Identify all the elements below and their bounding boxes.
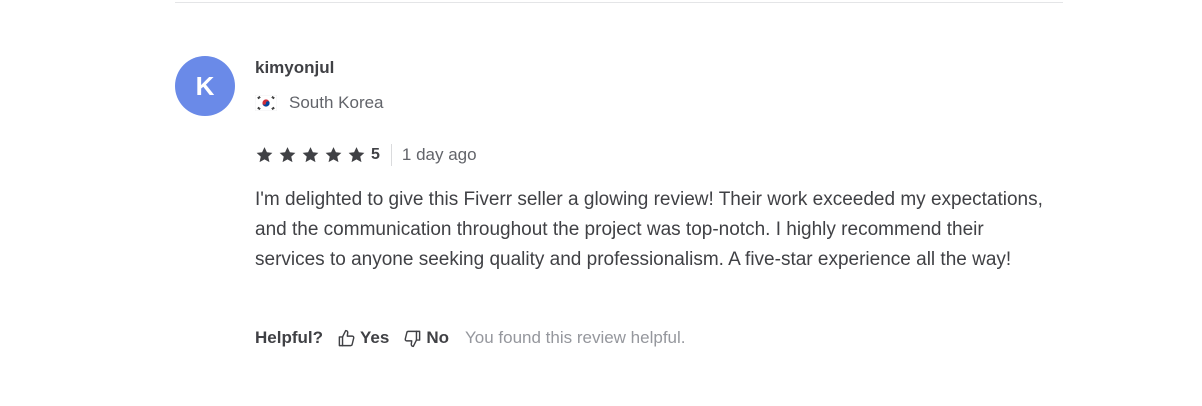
top-divider xyxy=(175,2,1063,3)
rating-score: 5 xyxy=(371,146,380,163)
review-time: 1 day ago xyxy=(401,145,477,164)
south-korea-flag-icon xyxy=(254,94,278,112)
helpful-row: Helpful? Yes No You found this review he… xyxy=(255,328,686,348)
helpful-yes-button[interactable]: Yes xyxy=(337,328,389,348)
star-icon xyxy=(347,146,366,164)
avatar[interactable]: K xyxy=(175,56,235,116)
star-icon xyxy=(324,146,343,164)
helpful-feedback-message: You found this review helpful. xyxy=(464,328,686,347)
review-text: I'm delighted to give this Fiverr seller… xyxy=(255,189,1043,270)
star-icon xyxy=(278,146,297,164)
helpful-no-label: No xyxy=(426,328,449,347)
star-rating xyxy=(255,146,370,164)
rating-divider xyxy=(390,144,392,166)
star-icon xyxy=(255,146,274,164)
country-info: South Korea xyxy=(254,93,384,113)
star-icon xyxy=(301,146,320,164)
helpful-yes-label: Yes xyxy=(360,328,390,347)
helpful-no-button[interactable]: No xyxy=(403,328,449,348)
country-name: South Korea xyxy=(289,93,384,112)
username[interactable]: kimyonjul xyxy=(255,58,334,78)
helpful-label: Helpful? xyxy=(255,328,323,347)
thumbs-up-icon xyxy=(338,329,355,346)
rating-row: 5 1 day ago xyxy=(255,144,477,166)
thumbs-down-icon xyxy=(404,330,421,347)
avatar-letter: K xyxy=(195,70,215,101)
